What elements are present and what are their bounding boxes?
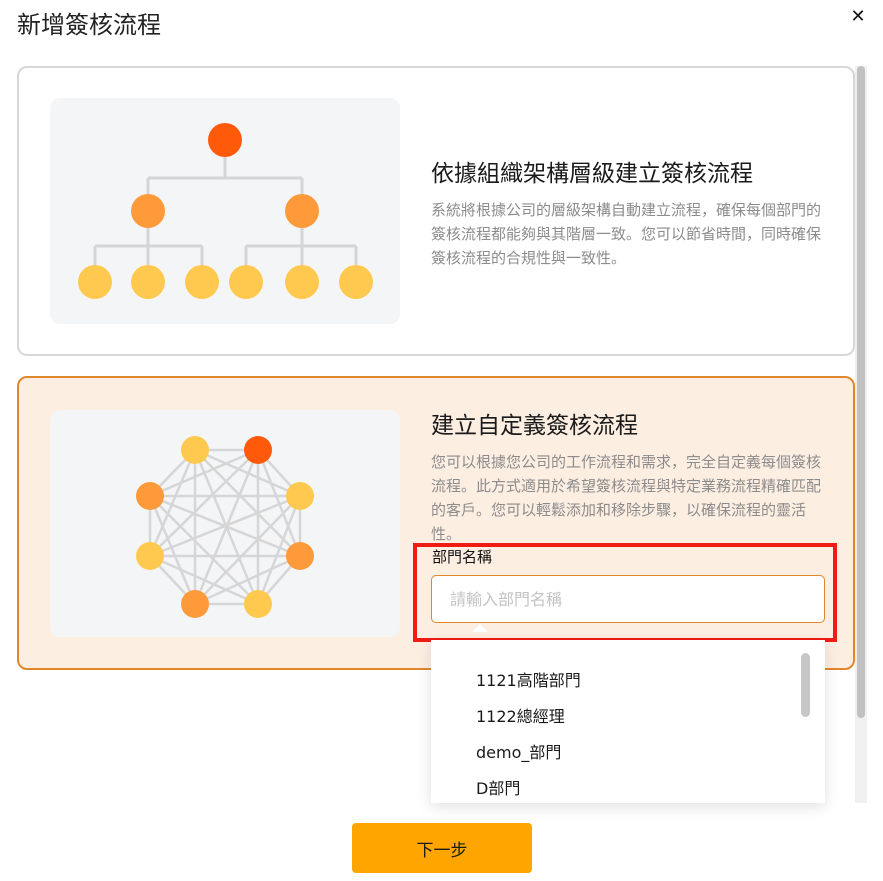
dropdown-scrollbar-thumb[interactable] [801,653,810,717]
network-node [181,436,209,464]
org-hierarchy-illustration [50,98,400,324]
dialog-scrollbar-thumb[interactable] [857,66,865,718]
option-card-org-hierarchy[interactable]: 依據組織架構層級建立簽核流程 系統將根據公司的層級架構自動建立流程，確保每個部門… [17,66,855,356]
option-title: 建立自定義簽核流程 [431,413,638,439]
department-label: 部門名稱 [432,548,493,566]
network-node [286,482,314,510]
network-node [244,590,272,618]
dropdown-item[interactable]: demo_部門 [476,741,561,765]
network-node [136,482,164,510]
close-icon[interactable]: ✕ [846,5,870,29]
dialog-scrollbar[interactable] [855,66,867,803]
org-chart-graphic [78,123,373,299]
dropdown-item[interactable]: 1122總經理 [476,705,565,729]
network-node [136,542,164,570]
option-description: 系統將根據公司的層級架構自動建立流程，確保每個部門的簽核流程都能夠與其階層一致。… [431,201,822,267]
dropdown-scrollbar[interactable] [798,650,812,803]
dropdown-item[interactable]: D部門 [476,777,520,801]
dropdown-item[interactable]: 1121高階部門 [476,669,581,693]
option-description: 您可以根據您公司的工作流程和需求，完全自定義每個簽核流程。此方式適用於希望簽核流… [431,453,822,543]
network-graphic [136,436,314,618]
next-button[interactable]: 下一步 [352,823,532,873]
department-dropdown: 1121高階部門 1122總經理 demo_部門 D部門 [431,640,825,803]
network-node [286,542,314,570]
dialog-title: 新增簽核流程 [17,11,161,39]
department-input[interactable] [431,575,825,623]
network-node [181,590,209,618]
dropdown-pointer [472,624,488,632]
option-title: 依據組織架構層級建立簽核流程 [431,161,753,187]
network-illustration [50,410,400,637]
network-node [244,436,272,464]
